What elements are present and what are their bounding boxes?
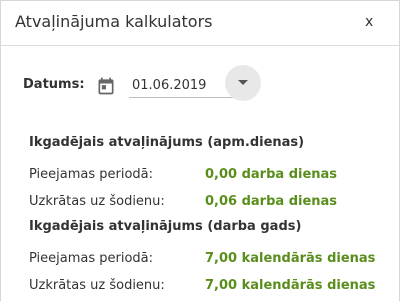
row-label-available-period: Pieejamas periodā: <box>29 167 154 182</box>
dialog-title: Atvaļinājuma kalkulators <box>15 12 213 31</box>
calendar-icon[interactable] <box>96 76 116 96</box>
row-label-available-period: Pieejamas periodā: <box>29 251 154 266</box>
date-label: Datums: <box>23 77 85 92</box>
row-value-accrued-today: 0,06 darba dienas <box>205 194 338 209</box>
row-value-available-period: 0,00 darba dienas <box>205 167 338 182</box>
date-dropdown-button[interactable] <box>225 65 261 101</box>
section-title-annual-leave-days: Ikgadējais atvaļinājums (apm.dienas) <box>29 135 305 150</box>
close-button[interactable]: x <box>365 14 373 30</box>
date-field-row: Datums: <box>1 65 399 105</box>
row-label-accrued-today: Uzkrātas uz šodienu: <box>29 278 165 293</box>
row-value-available-period: 7,00 kalendārās dienas <box>205 251 376 266</box>
caret-down-icon <box>238 80 248 85</box>
leave-calculator-dialog: Atvaļinājuma kalkulators x Datums: Ikgad… <box>0 0 400 301</box>
section-title-annual-leave-work-year: Ikgadējais atvaļinājums (darba gads) <box>29 219 302 234</box>
row-value-accrued-today: 7,00 kalendārās dienas <box>205 278 376 293</box>
dialog-header: Atvaļinājuma kalkulators x <box>1 1 399 46</box>
row-label-accrued-today: Uzkrātas uz šodienu: <box>29 194 165 209</box>
